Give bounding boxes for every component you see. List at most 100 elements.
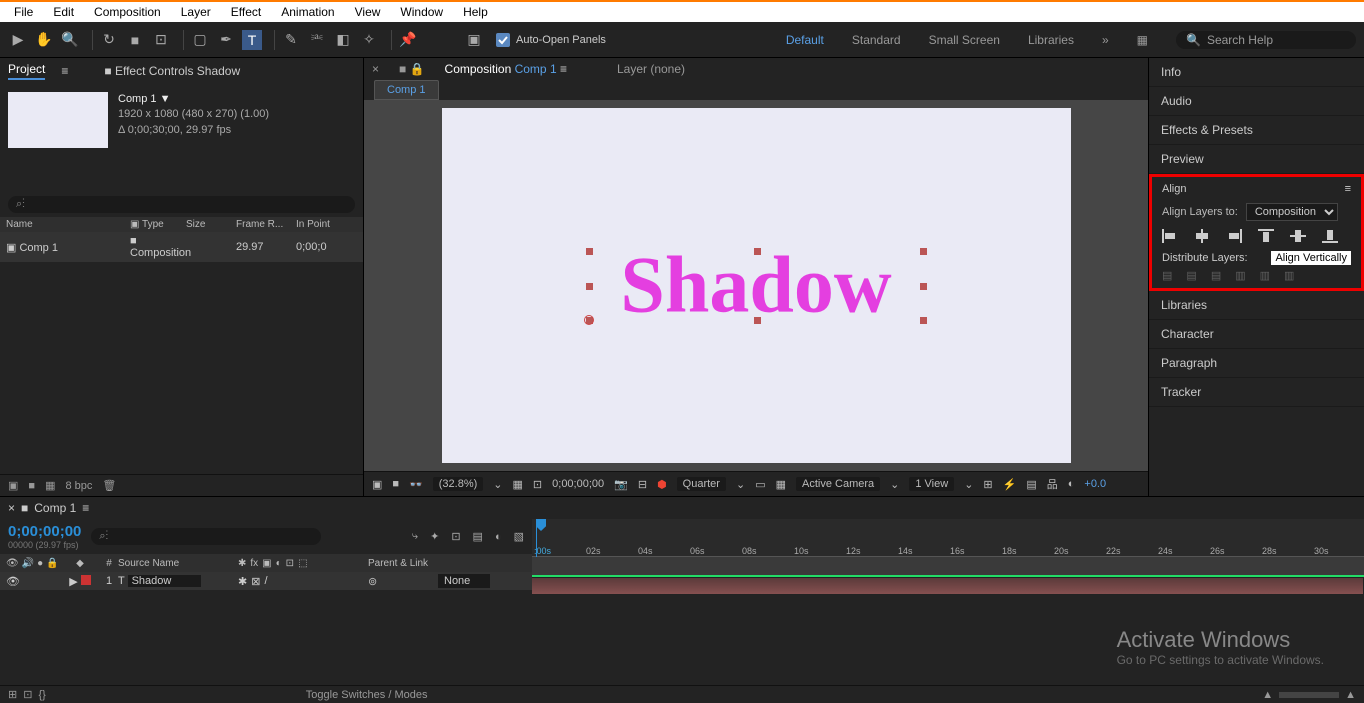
clone-tool-icon[interactable]: ⎃ [307, 30, 327, 50]
switches-shy-icon[interactable]: ✱ [238, 558, 246, 569]
switches-frame-blend-icon[interactable]: ⊡ [286, 558, 294, 569]
menu-window[interactable]: Window [390, 3, 453, 21]
comp-mini-flowchart-icon[interactable]: ⤷ [412, 530, 418, 543]
project-row-comp1[interactable]: ▣ Comp 1 ■ Composition 29.97 0;00;0 [0, 232, 363, 262]
toggle-switches-button[interactable]: Toggle Switches / Modes [306, 689, 428, 701]
col-inpoint[interactable]: In Point [296, 219, 346, 230]
layer-quality-switch[interactable]: ⊠ [251, 575, 260, 588]
col-name[interactable]: Name [6, 219, 116, 230]
num-header[interactable]: # [100, 558, 118, 569]
menu-layer[interactable]: Layer [171, 3, 221, 21]
workspace-options-icon[interactable]: ▦ [1137, 33, 1148, 47]
quality-dropdown[interactable]: Quarter [677, 477, 726, 491]
fast-preview-icon[interactable]: ⚡ [1003, 478, 1017, 491]
text-tool-icon[interactable]: T [242, 30, 262, 50]
panel-character[interactable]: Character [1149, 320, 1364, 349]
mask-icon[interactable]: ⊡ [533, 478, 542, 491]
camera-tool-icon[interactable]: ■ [125, 30, 145, 50]
project-tab[interactable]: Project [8, 62, 45, 80]
chevron-down-icon[interactable]: ⌄ [493, 478, 502, 491]
view-dropdown[interactable]: 1 View [909, 477, 954, 491]
label-header-icon[interactable]: ◆ [60, 558, 100, 569]
lock-icon[interactable]: 🔒 [46, 558, 58, 569]
timeline-tab-comp1[interactable]: Comp 1 [34, 501, 76, 515]
selection-tool-icon[interactable]: ▶ [8, 30, 28, 50]
panel-info[interactable]: Info [1149, 58, 1364, 87]
solo-icon[interactable]: ● [37, 558, 43, 569]
viewer-lock-icon[interactable]: ■ 🔒 [399, 62, 425, 76]
workspace-libraries[interactable]: Libraries [1028, 33, 1074, 47]
align-right-icon[interactable] [1226, 229, 1244, 245]
folder-icon[interactable]: ■ [28, 480, 35, 492]
eraser-tool-icon[interactable]: ◧ [333, 30, 353, 50]
align-title[interactable]: Align [1162, 183, 1186, 195]
glasses-icon[interactable]: 👓 [409, 478, 423, 491]
brush-tool-icon[interactable]: ✎ [281, 30, 301, 50]
switches-quality-icon[interactable]: ◐ [276, 558, 282, 569]
selection-handle[interactable] [920, 283, 927, 290]
col-size[interactable]: Size [186, 219, 236, 230]
timeline-close-icon[interactable]: × [8, 501, 15, 515]
comp-subtab[interactable]: Comp 1 [374, 80, 439, 100]
selection-handle[interactable] [920, 248, 927, 255]
layer-fx-switch[interactable]: / [264, 575, 267, 588]
menu-view[interactable]: View [345, 3, 391, 21]
col-framerate[interactable]: Frame R... [236, 219, 296, 230]
magnify-icon[interactable]: ▣ [372, 478, 382, 491]
show-snapshot-icon[interactable]: ⊟ [638, 478, 647, 491]
menu-composition[interactable]: Composition [84, 3, 171, 21]
switches-collapse-icon[interactable]: ▣ [262, 558, 271, 569]
panel-effects-presets[interactable]: Effects & Presets [1149, 116, 1364, 145]
composition-canvas[interactable]: Shadow [442, 108, 1071, 463]
comp-name-label[interactable]: Comp 1 ▼ [118, 92, 269, 107]
zoom-dropdown[interactable]: (32.8%) [433, 477, 484, 491]
comp-thumbnail[interactable] [8, 92, 108, 148]
switches-fx-icon[interactable]: fx [250, 558, 258, 569]
transparency-icon[interactable]: ▦ [776, 478, 786, 491]
layer-name[interactable]: T Shadow [118, 575, 238, 587]
bpc-label[interactable]: 8 bpc [65, 480, 92, 492]
menu-help[interactable]: Help [453, 3, 498, 21]
chevron-down-icon[interactable]: ⌄ [736, 478, 745, 491]
zoom-in-icon[interactable]: ▲ [1345, 689, 1356, 701]
viewer-comp-tab[interactable]: Composition Comp 1 ≡ [445, 62, 567, 76]
align-target-dropdown[interactable]: Composition [1246, 203, 1338, 221]
panel-icon[interactable]: ▣ [464, 30, 484, 50]
timeline-layer-row[interactable]: 👁 ▶ 1 T Shadow ✱ ⊠ / ⊚ None [0, 572, 532, 590]
chevron-down-icon[interactable]: ⌄ [964, 478, 973, 491]
frame-blend-icon[interactable]: ▤ [473, 530, 483, 543]
layer-bar[interactable] [532, 577, 1364, 595]
camera-dropdown[interactable]: Active Camera [796, 477, 880, 491]
layer-shy-switch[interactable]: ✱ [238, 575, 247, 588]
frame-icon[interactable]: ⊡ [23, 688, 32, 701]
align-hcenter-icon[interactable] [1194, 229, 1212, 245]
draft3d-icon[interactable]: ✦ [430, 530, 439, 543]
panel-libraries[interactable]: Libraries [1149, 291, 1364, 320]
project-search-input[interactable]: ⌕⁝ [8, 196, 355, 213]
audio-icon[interactable]: 🔊 [22, 558, 34, 569]
workspace-standard[interactable]: Standard [852, 33, 901, 47]
timeline-tab-menu-icon[interactable]: ≡ [82, 501, 89, 515]
selection-handle[interactable] [754, 317, 761, 324]
menu-effect[interactable]: Effect [221, 3, 271, 21]
align-vcenter-icon[interactable] [1290, 229, 1308, 245]
switches-3d-icon[interactable]: ⬚ [298, 558, 307, 569]
timeline-icon[interactable]: ▤ [1026, 478, 1036, 491]
selection-handle[interactable] [586, 248, 593, 255]
pen-tool-icon[interactable]: ✒ [216, 30, 236, 50]
puppet-tool-icon[interactable]: 📌 [398, 30, 418, 50]
pixel-aspect-icon[interactable]: ⊞ [983, 478, 992, 491]
pan-behind-tool-icon[interactable]: ⊡ [151, 30, 171, 50]
auto-open-checkbox[interactable]: Auto-Open Panels [496, 33, 606, 47]
viewer-close-icon[interactable]: × [372, 62, 379, 76]
current-timecode[interactable]: 0;00;00;00 [8, 523, 81, 540]
reset-exposure-icon[interactable]: ◐ [1068, 478, 1075, 490]
source-name-header[interactable]: Source Name [118, 558, 238, 569]
grid-icon[interactable]: ▦ [513, 478, 523, 491]
layer-twirl-icon[interactable]: ▶ [69, 576, 77, 588]
flowchart-icon[interactable]: 品 [1047, 476, 1058, 492]
expand-icon[interactable]: ⊞ [8, 688, 17, 701]
time-display[interactable]: 0;00;00;00 [552, 478, 604, 490]
graph-editor-icon[interactable]: ▧ [514, 530, 524, 543]
selection-handle[interactable] [920, 317, 927, 324]
